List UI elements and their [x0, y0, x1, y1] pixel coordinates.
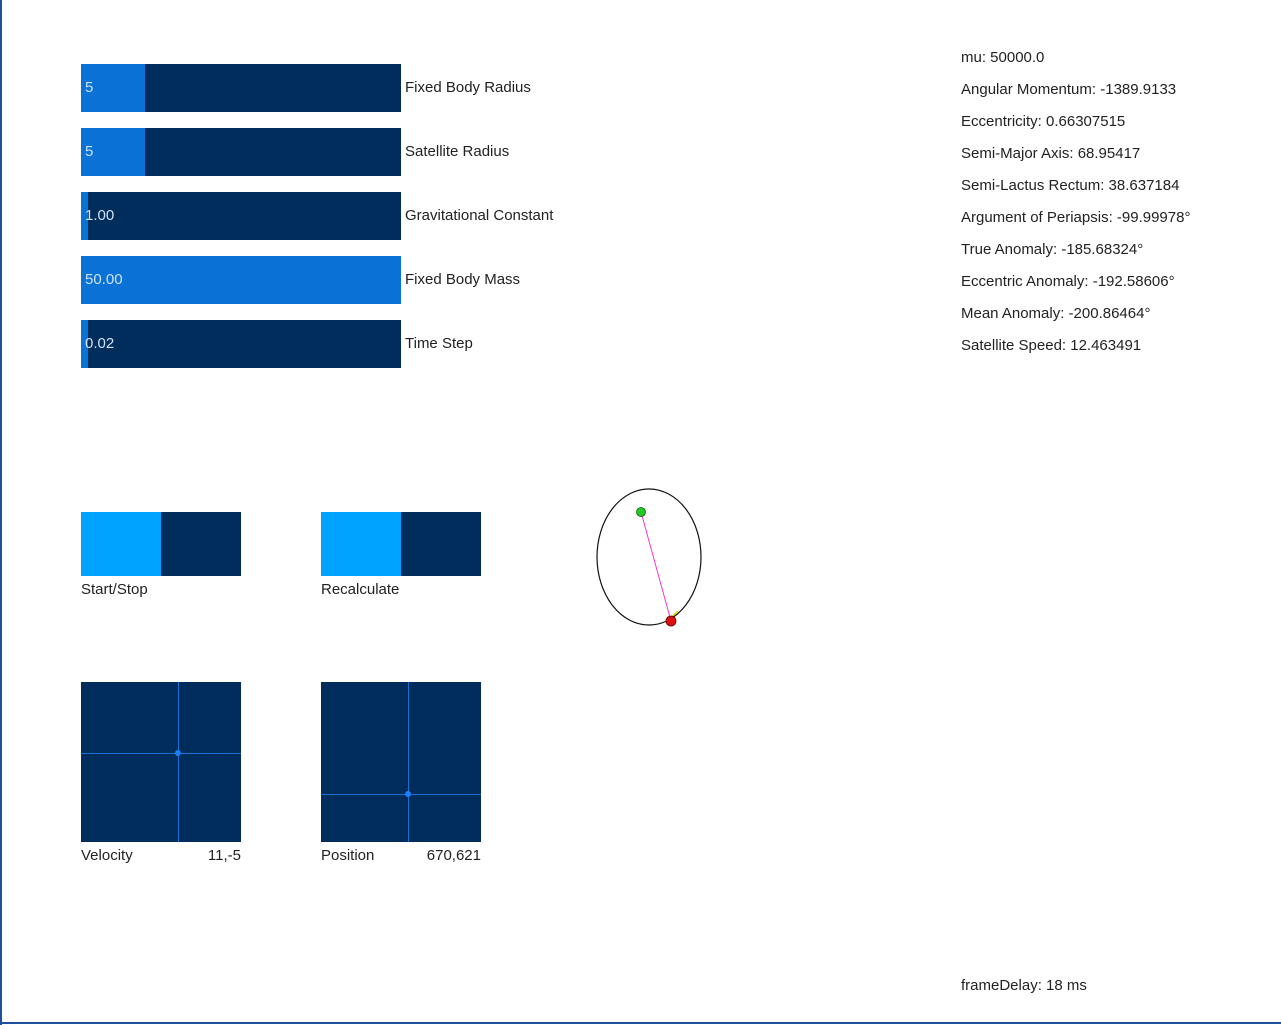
start-stop-label: Start/Stop	[81, 581, 148, 598]
fixed-body-radius-label: Fixed Body Radius	[405, 79, 531, 96]
pad-crosshair-vertical	[178, 682, 179, 842]
position-pad[interactable]	[321, 682, 481, 842]
recalculate-label: Recalculate	[321, 581, 400, 598]
position-value: 670,621	[426, 847, 481, 864]
recalculate-toggle[interactable]	[321, 512, 481, 576]
fixed-body-mass-slider[interactable]: 50.00	[81, 256, 401, 304]
time-step-label: Time Step	[405, 335, 473, 352]
satellite-radius-label: Satellite Radius	[405, 143, 510, 160]
pad-handle[interactable]	[175, 750, 181, 756]
orbital-stats-panel: mu: 50000.0 Angular Momentum: -1389.9133…	[961, 49, 1190, 369]
fixed-body-radius-slider[interactable]: 5	[81, 64, 401, 112]
pad-crosshair-horizontal	[81, 753, 241, 754]
position-label: Position	[321, 847, 375, 864]
stat-eccentricity: Eccentricity: 0.66307515	[961, 113, 1126, 130]
toggle-on-half	[321, 512, 401, 576]
velocity-pad[interactable]	[81, 682, 241, 842]
stat-semi-latus-rectum: Semi-Lactus Rectum: 38.637184	[961, 177, 1180, 194]
slider-value: 1.00	[85, 207, 115, 224]
stat-argument-of-periapsis: Argument of Periapsis: -99.99978°	[961, 209, 1191, 226]
orbit-ellipse	[596, 488, 702, 626]
pad-crosshair-horizontal	[321, 794, 481, 795]
velocity-value: 11,-5	[207, 847, 241, 864]
slider-fill	[81, 256, 401, 304]
slider-value: 0.02	[85, 335, 115, 352]
slider-value: 50.00	[85, 271, 123, 288]
gravitational-constant-slider[interactable]: 1.00	[81, 192, 401, 240]
stat-angular-momentum: Angular Momentum: -1389.9133	[961, 81, 1177, 98]
time-step-slider[interactable]: 0.02	[81, 320, 401, 368]
stat-semi-major-axis: Semi-Major Axis: 68.95417	[961, 145, 1141, 162]
stat-mean-anomaly: Mean Anomaly: -200.86464°	[961, 305, 1151, 322]
pad-handle[interactable]	[405, 791, 411, 797]
window-left-border	[0, 0, 2, 1025]
radius-vector	[640, 511, 672, 622]
gravitational-constant-label: Gravitational Constant	[405, 207, 554, 224]
start-stop-toggle[interactable]	[81, 512, 241, 576]
stat-true-anomaly: True Anomaly: -185.68324°	[961, 241, 1144, 258]
toggle-off-half	[161, 512, 241, 576]
stat-satellite-speed: Satellite Speed: 12.463491	[961, 337, 1142, 354]
fixed-body	[636, 507, 646, 517]
stat-eccentric-anomaly: Eccentric Anomaly: -192.58606°	[961, 273, 1175, 290]
pad-crosshair-vertical	[408, 682, 409, 842]
orbit-view	[596, 488, 702, 627]
toggle-on-half	[81, 512, 161, 576]
window-bottom-border	[0, 1022, 1281, 1024]
slider-value: 5	[85, 143, 94, 160]
satellite	[665, 615, 677, 627]
frame-delay-readout: frameDelay: 18 ms	[961, 977, 1087, 994]
stat-mu: mu: 50000.0	[961, 49, 1045, 66]
satellite-radius-slider[interactable]: 5	[81, 128, 401, 176]
velocity-label: Velocity	[81, 847, 133, 864]
toggle-off-half	[401, 512, 481, 576]
slider-value: 5	[85, 79, 94, 96]
fixed-body-mass-label: Fixed Body Mass	[405, 271, 521, 288]
